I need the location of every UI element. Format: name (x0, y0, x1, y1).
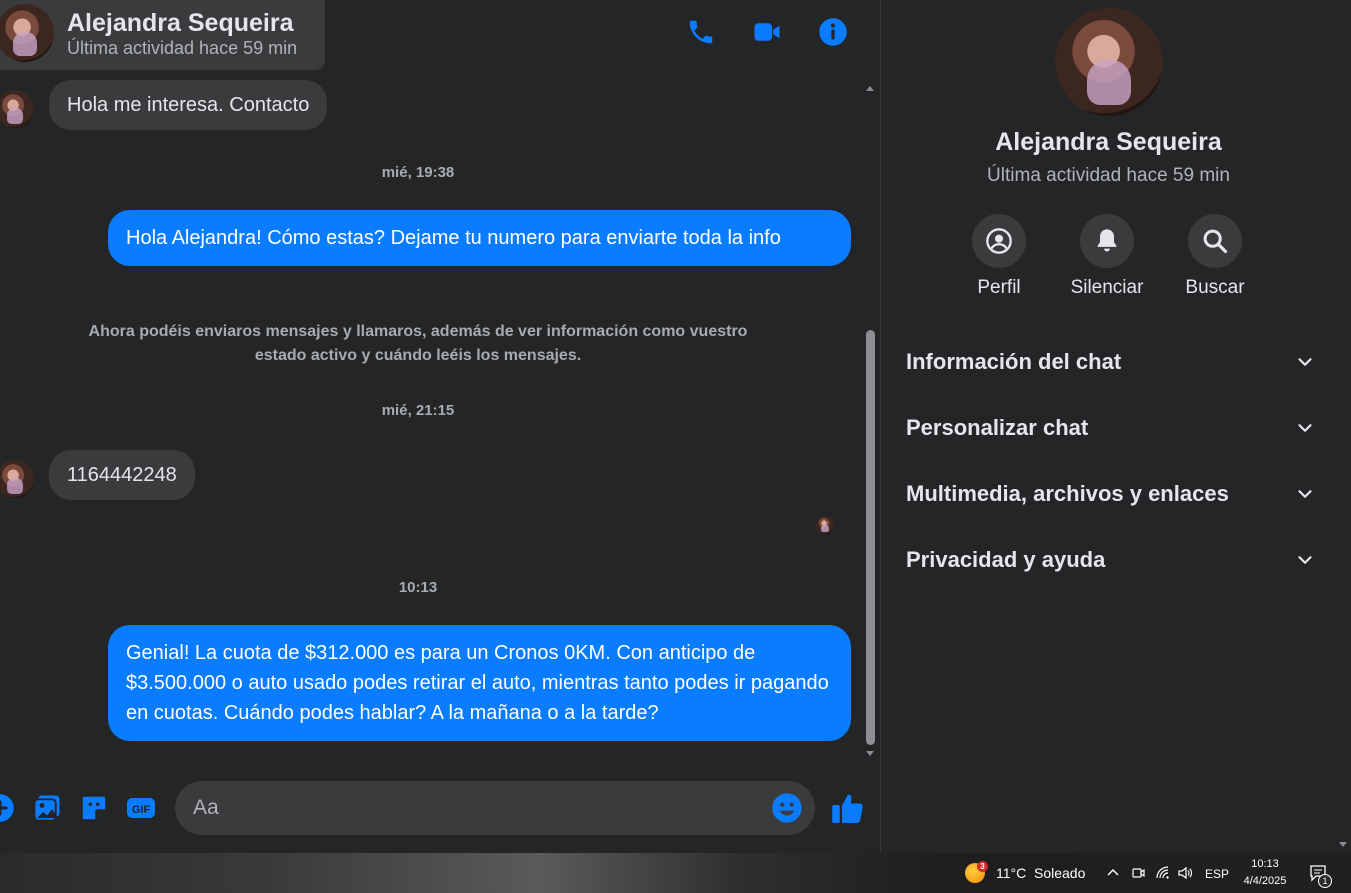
composer: GIF (0, 764, 880, 853)
message-input-wrapper[interactable] (175, 781, 815, 835)
conversation-info-panel: Alejandra Sequeira Última actividad hace… (881, 0, 1336, 853)
clock-date[interactable]: 4/4/2025 (1237, 875, 1293, 887)
profile-action-circle[interactable] (972, 214, 1026, 268)
video-call-button[interactable] (749, 14, 785, 50)
clock-time[interactable]: 10:13 (1240, 858, 1290, 870)
profile-icon (986, 228, 1012, 254)
conversation-notice: Ahora podéis enviaros mensajes y llamaro… (88, 323, 748, 364)
section-title: Privacidad y ayuda (906, 547, 1106, 572)
info-icon (819, 18, 847, 46)
search-action-label: Buscar (1185, 277, 1245, 298)
search-icon (1203, 229, 1228, 254)
chat-pane: Alejandra Sequeira Última actividad hace… (0, 0, 880, 853)
chevron-down-icon (1298, 424, 1312, 432)
more-actions-button[interactable] (0, 792, 16, 824)
chevron-down-icon (1298, 358, 1312, 366)
volume-icon[interactable] (1177, 865, 1193, 881)
attach-image-button[interactable] (31, 792, 63, 824)
sticker-icon (82, 796, 106, 820)
section-privacy-help[interactable]: Privacidad y ayuda (906, 539, 1316, 579)
tray-overflow-chevron-icon[interactable] (1105, 865, 1121, 881)
like-icon[interactable] (830, 790, 866, 826)
section-chat-info[interactable]: Información del chat (906, 341, 1316, 381)
chat-header: Alejandra Sequeira Última actividad hace… (0, 0, 880, 80)
search-action-button[interactable]: Buscar (1170, 214, 1260, 299)
seen-receipt-avatar (816, 516, 834, 534)
scroll-down-arrow-icon[interactable] (866, 751, 874, 756)
profile-action-button[interactable]: Perfil (954, 214, 1044, 299)
video-icon (754, 23, 780, 41)
section-customize-chat[interactable]: Personalizar chat (906, 407, 1316, 447)
section-media-files-links[interactable]: Multimedia, archivos y enlaces (906, 473, 1316, 513)
chevron-down-icon (1298, 556, 1312, 564)
sender-avatar[interactable] (0, 460, 34, 498)
sticker-button[interactable] (78, 792, 110, 824)
contact-status: Última actividad hace 59 min (67, 38, 298, 58)
section-title: Personalizar chat (906, 415, 1089, 440)
scroll-up-arrow-icon[interactable] (866, 86, 874, 91)
gif-icon: GIF (127, 798, 155, 818)
bell-icon (1097, 229, 1117, 252)
section-title: Información del chat (906, 349, 1122, 374)
sender-avatar[interactable] (0, 90, 34, 128)
emoji-icon[interactable] (771, 792, 803, 824)
weather-badge: 3 (977, 861, 988, 872)
wifi-icon[interactable] (1155, 865, 1171, 881)
timestamp: mié, 21:15 (381, 402, 455, 419)
profile-avatar[interactable] (1055, 8, 1163, 116)
contact-header-card[interactable]: Alejandra Sequeira Última actividad hace… (0, 0, 325, 70)
timestamp: 10:13 (398, 579, 438, 596)
notification-count: 1 (1318, 874, 1332, 888)
incoming-message[interactable]: Hola me interesa. Contacto (49, 80, 328, 130)
outgoing-message[interactable]: Genial! La cuota de $312.000 es para un … (108, 625, 851, 741)
mute-action-label: Silenciar (1070, 277, 1144, 298)
section-title: Multimedia, archivos y enlaces (906, 481, 1229, 506)
chevron-down-icon (1298, 490, 1312, 498)
profile-name[interactable]: Alejandra Sequeira (881, 128, 1336, 157)
temperature[interactable]: 11°C (996, 865, 1026, 881)
message-list[interactable]: Hola me interesa. Contacto mié, 19:38 Ho… (0, 80, 862, 762)
profile-action-label: Perfil (977, 277, 1021, 298)
windows-taskbar: 3 11°C Soleado ESP 10:13 4/4/2025 1 (0, 853, 1351, 893)
contact-name[interactable]: Alejandra Sequeira (67, 9, 293, 38)
mute-action-circle[interactable] (1080, 214, 1134, 268)
message-input[interactable] (193, 781, 753, 835)
search-action-circle[interactable] (1188, 214, 1242, 268)
plus-icon (0, 794, 14, 822)
scroll-thumb[interactable] (866, 330, 875, 745)
gif-button[interactable]: GIF (125, 792, 157, 824)
mute-action-button[interactable]: Silenciar (1062, 214, 1152, 299)
conversation-info-button[interactable] (815, 14, 851, 50)
window-scrollbar[interactable] (1336, 0, 1351, 853)
phone-call-button[interactable] (683, 14, 719, 50)
contact-avatar[interactable] (0, 4, 54, 62)
profile-status: Última actividad hace 59 min (987, 165, 1230, 186)
weather-condition[interactable]: Soleado (1034, 865, 1085, 881)
incoming-message[interactable]: 1164442248 (49, 450, 195, 500)
outgoing-message[interactable]: Hola Alejandra! Cómo estas? Dejame tu nu… (108, 210, 851, 266)
gif-label: GIF (132, 804, 151, 816)
message-scrollbar[interactable] (863, 80, 878, 762)
meet-now-icon[interactable] (1130, 865, 1146, 881)
scroll-down-arrow-icon[interactable] (1339, 842, 1347, 847)
image-icon (33, 795, 60, 822)
phone-icon (689, 20, 713, 44)
timestamp: mié, 19:38 (381, 164, 455, 181)
input-language[interactable]: ESP (1205, 867, 1229, 881)
